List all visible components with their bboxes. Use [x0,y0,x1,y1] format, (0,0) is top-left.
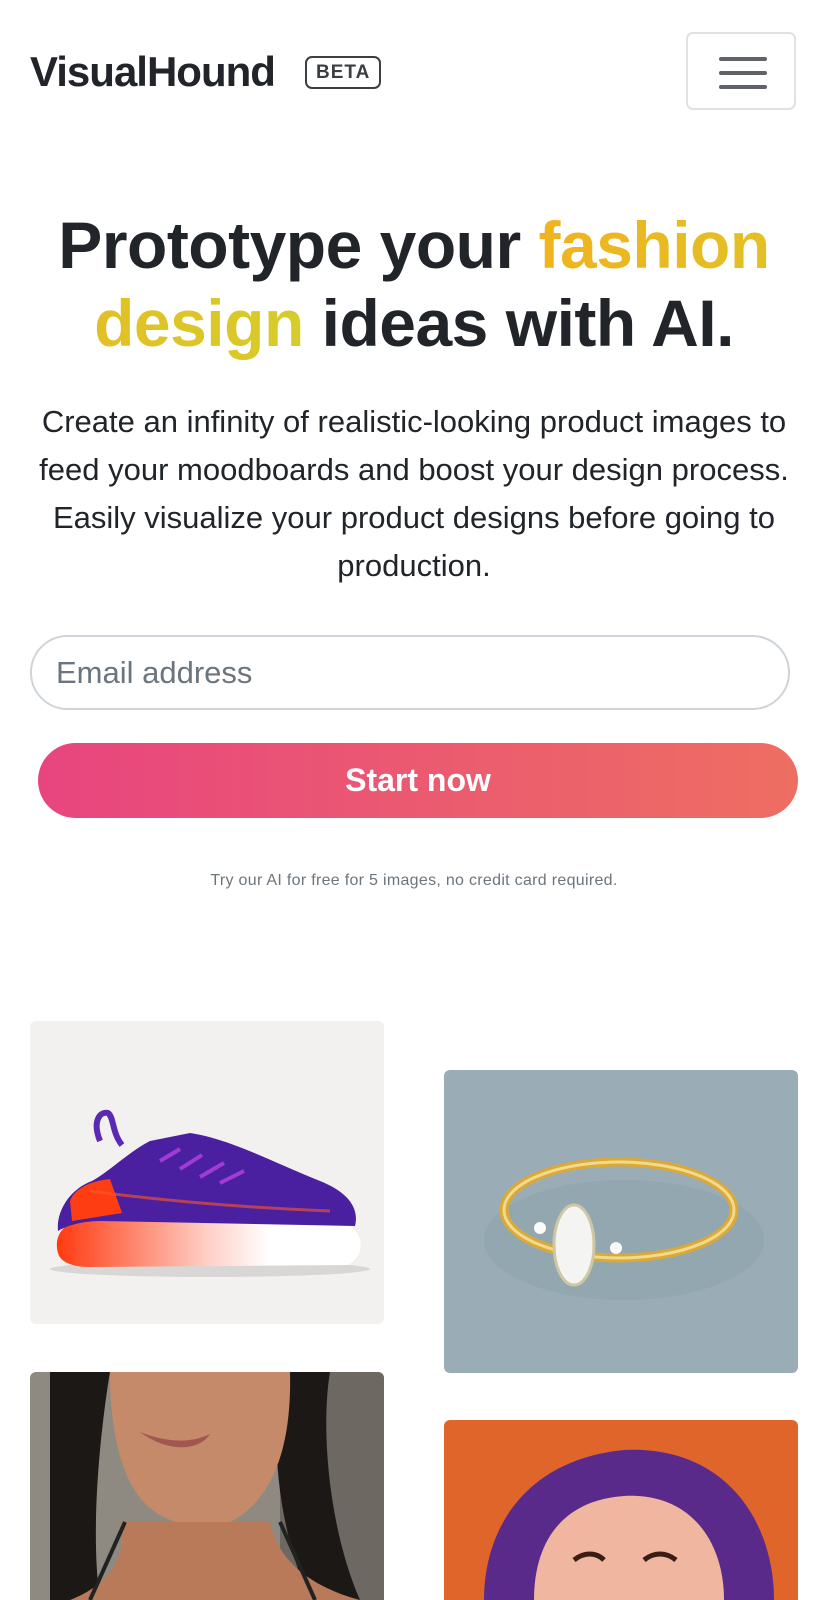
gallery-image-woman-purple-hair [444,1420,798,1600]
menu-toggle-button[interactable] [686,32,796,110]
site-header: VisualHound BETA [0,0,828,140]
hero-title-part1: Prototype your [58,208,539,282]
start-now-button[interactable]: Start now [38,743,798,818]
hamburger-icon [719,57,767,89]
email-field[interactable] [30,635,790,710]
gallery-image-sneaker [30,1021,384,1324]
beta-badge: BETA [305,56,382,89]
free-trial-note: Try our AI for free for 5 images, no cre… [210,872,618,889]
gallery-image-ring [444,1070,798,1373]
hero-title-part2: ideas with AI. [303,286,735,360]
hero-title: Prototype your fashion design ideas with… [0,206,828,362]
site-logo[interactable]: VisualHound [30,48,276,96]
hero-subtitle: Create an infinity of realistic-looking … [39,404,789,583]
gallery-image-woman-portrait [30,1372,384,1600]
